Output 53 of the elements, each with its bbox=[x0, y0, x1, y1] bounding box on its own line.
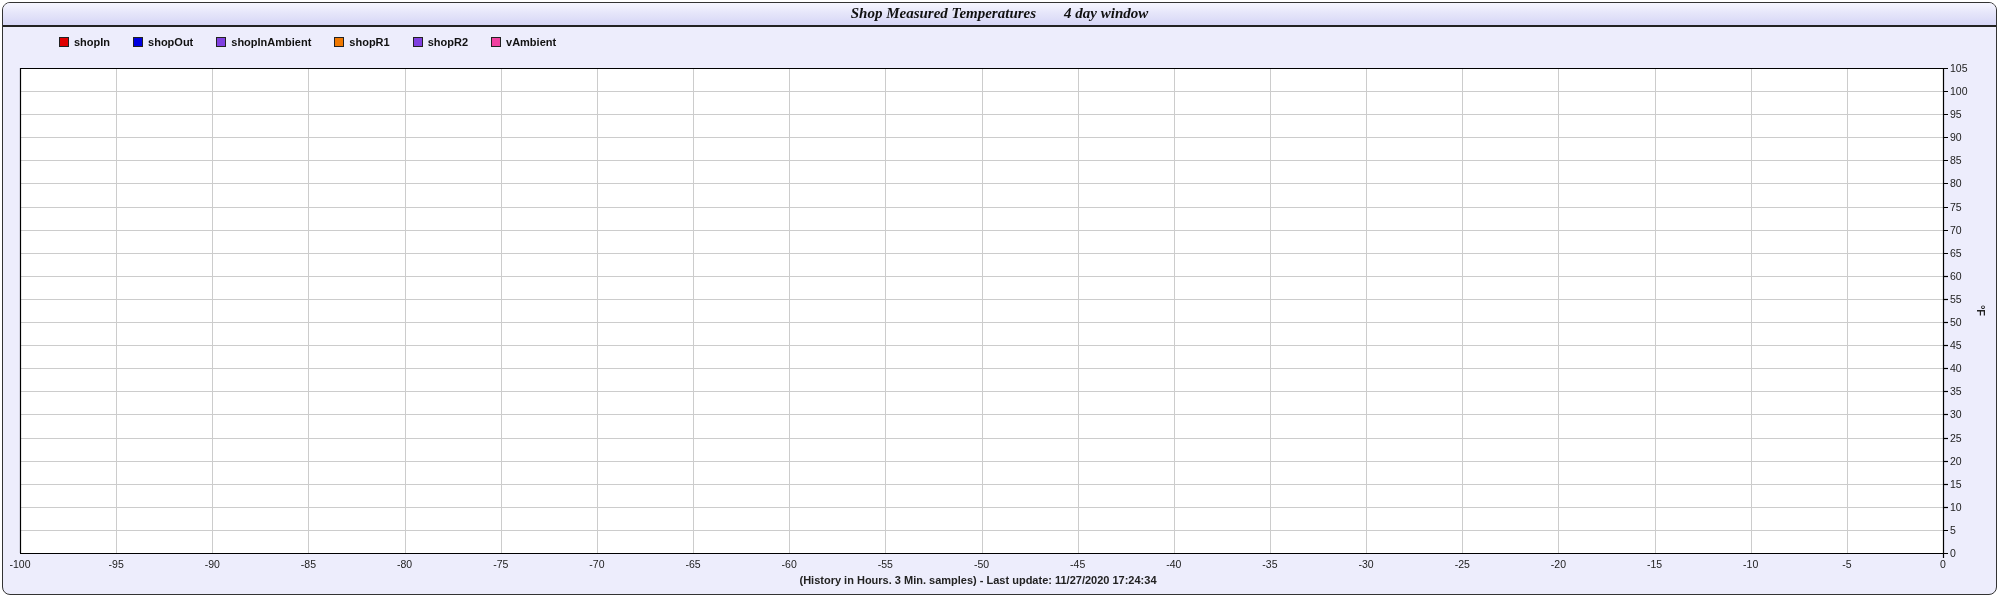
y-tick-label: 60 bbox=[1950, 269, 1962, 282]
y-tick-label: 80 bbox=[1950, 177, 1962, 190]
legend-label: shopOut bbox=[148, 36, 194, 49]
x-tick-label: -55 bbox=[877, 558, 893, 570]
y-tick-label: 5 bbox=[1950, 523, 1956, 536]
y-tick-label: 75 bbox=[1950, 200, 1962, 213]
y-tick-label: 15 bbox=[1950, 477, 1962, 490]
legend-label: shopR1 bbox=[349, 36, 390, 49]
y-tick-label: 70 bbox=[1950, 223, 1962, 236]
x-tick-label: -65 bbox=[685, 558, 701, 570]
x-axis-label: (History in Hours. 3 Min. samples) - Last update: 11/27/2020 17:24:34 bbox=[799, 574, 1157, 586]
y-axis-label: °F bbox=[1975, 304, 1987, 317]
y-tick-label: 105 bbox=[1950, 62, 1968, 74]
x-tick-label: -30 bbox=[1358, 558, 1374, 570]
window-subtitle: 4 day window bbox=[1064, 5, 1149, 23]
y-tick-label: 95 bbox=[1950, 108, 1962, 121]
x-tick-label: -95 bbox=[108, 558, 124, 570]
x-tick-label: -15 bbox=[1646, 558, 1663, 570]
x-tick-label: -70 bbox=[589, 558, 605, 570]
legend-label: shopInAmbient bbox=[231, 36, 312, 49]
y-tick-label: 30 bbox=[1950, 408, 1962, 421]
y-tick-label: 50 bbox=[1950, 316, 1962, 329]
y-tick-label: 55 bbox=[1950, 292, 1962, 305]
x-tick-label: -100 bbox=[9, 558, 31, 570]
y-tick-label: 40 bbox=[1950, 362, 1962, 375]
x-tick-label: 0 bbox=[1940, 558, 1946, 570]
y-tick-label: 10 bbox=[1950, 500, 1962, 513]
window-title: Shop Measured Temperatures bbox=[850, 5, 1037, 23]
x-tick-label: -35 bbox=[1262, 558, 1278, 570]
y-tick-label: 0 bbox=[1950, 547, 1956, 559]
y-tick-label: 20 bbox=[1950, 454, 1962, 467]
y-tick-label: 90 bbox=[1950, 131, 1962, 144]
x-tick-label: -75 bbox=[493, 558, 509, 570]
x-tick-label: -45 bbox=[1070, 558, 1086, 570]
y-tick-label: 100 bbox=[1950, 85, 1968, 98]
x-tick-label: -80 bbox=[397, 558, 413, 570]
legend-label: shopIn bbox=[74, 36, 111, 49]
x-tick-label: -5 bbox=[1842, 558, 1852, 570]
y-tick-label: 25 bbox=[1950, 431, 1962, 444]
y-tick-label: 85 bbox=[1950, 154, 1962, 167]
y-tick-label: 65 bbox=[1950, 246, 1962, 259]
legend-label: vAmbient bbox=[506, 36, 557, 49]
x-tick-label: -25 bbox=[1454, 558, 1470, 570]
x-tick-label: -10 bbox=[1743, 558, 1759, 570]
x-tick-label: -60 bbox=[781, 558, 797, 570]
y-tick-label: 45 bbox=[1950, 339, 1962, 352]
y-tick-label: 35 bbox=[1950, 385, 1962, 398]
x-tick-label: -50 bbox=[973, 558, 990, 570]
x-tick-label: -20 bbox=[1550, 558, 1566, 570]
legend-label: shopR2 bbox=[427, 36, 469, 49]
x-tick-label: -85 bbox=[300, 558, 317, 570]
x-tick-label: -40 bbox=[1166, 558, 1182, 570]
x-tick-label: -90 bbox=[204, 558, 220, 570]
